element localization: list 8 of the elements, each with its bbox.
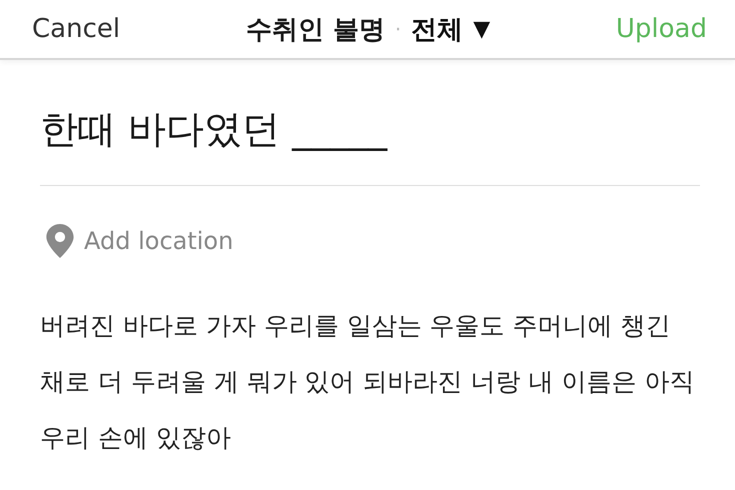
cancel-button[interactable]: Cancel <box>32 14 120 44</box>
separator-dot: · <box>394 17 402 41</box>
audience-dropdown[interactable]: 전체 ▼ <box>411 12 490 46</box>
location-field[interactable]: Add location <box>84 227 384 255</box>
location-pin-icon <box>46 224 74 258</box>
recipient-label: 수취인 불명 <box>246 14 385 46</box>
post-body: 버려진 바다로 가자 우리를 일삼는 우울도 주머니에 챙긴 채로 더 두려울 게 뭐가 있어 되바라진 너랑 내 이름은 아직 우리 손에 있잖아 <box>40 310 696 454</box>
post-title: 한때 바다였던 _____ <box>40 106 388 153</box>
